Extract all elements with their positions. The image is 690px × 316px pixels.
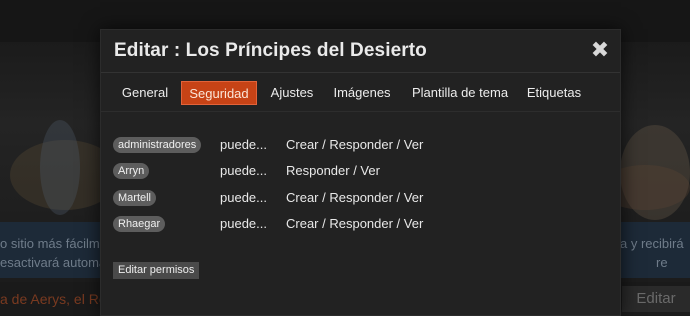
title-divider	[101, 72, 620, 73]
notice-text-line2: esactivará automá	[0, 255, 107, 270]
tab-settings[interactable]: Ajustes	[263, 81, 321, 105]
permission-list: Crear / Responder / Ver	[286, 190, 424, 205]
notice-text-right2: re	[656, 255, 668, 270]
permission-list: Crear / Responder / Ver	[286, 216, 424, 231]
permission-list: Responder / Ver	[286, 163, 380, 178]
tab-tags[interactable]: Etiquetas	[521, 81, 587, 105]
notice-text-right1: a y recibirá	[620, 236, 684, 251]
edit-category-modal: Editar : Los Príncipes del Desierto ✖ Ge…	[100, 29, 621, 316]
permission-can-label: puede...	[220, 163, 267, 178]
group-badge[interactable]: Martell	[113, 190, 157, 206]
edit-permissions-button[interactable]: Editar permisos	[113, 262, 200, 279]
tab-images[interactable]: Imágenes	[329, 81, 395, 105]
footer-title-text: a de Aerys, el Rey	[0, 291, 114, 307]
background-edit-button: Editar	[622, 286, 690, 312]
close-icon[interactable]: ✖	[589, 39, 611, 61]
permission-list: Crear / Responder / Ver	[286, 137, 424, 152]
tabs-divider	[101, 111, 620, 112]
tab-general[interactable]: General	[113, 81, 177, 105]
group-badge[interactable]: Rhaegar	[113, 216, 166, 232]
permission-can-label: puede...	[220, 216, 267, 231]
group-badge[interactable]: administradores	[113, 137, 202, 153]
permission-can-label: puede...	[220, 137, 267, 152]
tab-security[interactable]: Seguridad	[181, 81, 257, 105]
group-badge[interactable]: Arryn	[113, 163, 150, 179]
modal-title: Editar : Los Príncipes del Desierto	[114, 40, 427, 61]
notice-text-line1: o sitio más fácilm	[0, 236, 100, 251]
tab-theme-template[interactable]: Plantilla de tema	[409, 81, 511, 105]
banner-artwork-figure	[40, 120, 80, 215]
permission-can-label: puede...	[220, 190, 267, 205]
